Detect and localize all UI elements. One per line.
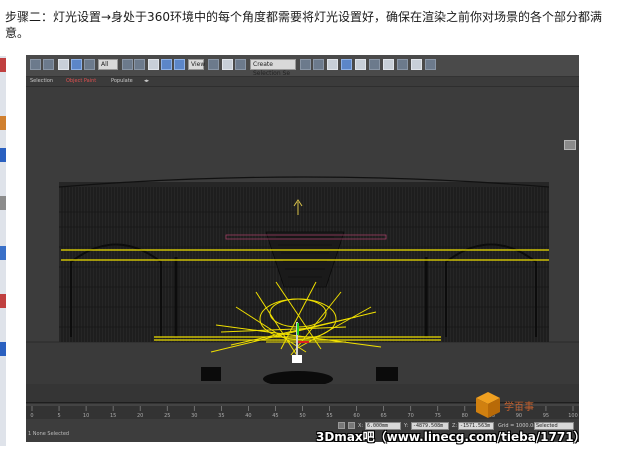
scale-icon[interactable]	[174, 59, 185, 70]
logo-text: 学百事	[504, 400, 534, 413]
select-object-icon[interactable]	[84, 59, 95, 70]
render-icon[interactable]	[425, 59, 436, 70]
side-icon	[0, 58, 6, 72]
reference-coord-dropdown[interactable]: View	[188, 59, 205, 70]
render-setup-icon[interactable]	[397, 59, 408, 70]
3dsmax-window: All View Create Selection Se Selection O…	[26, 55, 579, 442]
side-icon	[0, 342, 6, 356]
undo-icon[interactable]	[30, 59, 41, 70]
ribbon-tabs: Selection Object Paint Populate ◂▸	[26, 77, 579, 86]
material-editor-icon[interactable]	[383, 59, 394, 70]
align-icon[interactable]	[313, 59, 324, 70]
side-icon	[0, 196, 6, 210]
main-toolbar: All View Create Selection Se	[26, 55, 579, 77]
schematic-view-icon[interactable]	[369, 59, 380, 70]
viewport[interactable]	[26, 87, 579, 402]
redo-icon[interactable]	[43, 59, 54, 70]
move-icon[interactable]	[148, 59, 159, 70]
select-by-name-icon[interactable]	[122, 59, 133, 70]
article-paragraph: 步骤二：灯光设置→身处于360环境中的每个角度都需要将灯光设置好，确保在渲染之前…	[5, 10, 602, 40]
ribbon-toggle-icon[interactable]: ◂▸	[144, 77, 149, 86]
graphite-icon[interactable]	[341, 59, 352, 70]
layer-manager-icon[interactable]	[327, 59, 338, 70]
side-icon	[0, 148, 6, 162]
side-icon	[0, 294, 6, 308]
selection-filter-dropdown[interactable]: All	[98, 59, 118, 70]
side-icon	[0, 116, 6, 130]
side-icon	[0, 246, 6, 260]
angle-snap-icon[interactable]	[235, 59, 246, 70]
viewcube-icon[interactable]	[564, 140, 576, 150]
bind-spacewarp-icon[interactable]	[71, 59, 82, 70]
browser-left-strip	[0, 56, 6, 446]
pivot-icon[interactable]	[208, 59, 219, 70]
scene-wireframe	[26, 176, 579, 402]
named-selection-dropdown[interactable]: Create Selection Se	[250, 59, 296, 77]
rect-selection-icon[interactable]	[134, 59, 145, 70]
tab-selection[interactable]: Selection	[30, 77, 53, 86]
tab-populate[interactable]: Populate	[111, 77, 133, 86]
select-link-icon[interactable]	[58, 59, 69, 70]
snap-toggle-icon[interactable]	[222, 59, 233, 70]
curve-editor-icon[interactable]	[355, 59, 366, 70]
watermark-text: 3Dmax吧（www.linecg.com/tieba/1771）	[316, 430, 586, 444]
mirror-icon[interactable]	[300, 59, 311, 70]
rotate-icon[interactable]	[161, 59, 172, 70]
site-logo: 学百事	[476, 392, 534, 418]
render-frame-icon[interactable]	[411, 59, 422, 70]
tab-object-paint[interactable]: Object Paint	[66, 77, 96, 86]
status-prompt: 1 None Selected	[28, 431, 70, 437]
